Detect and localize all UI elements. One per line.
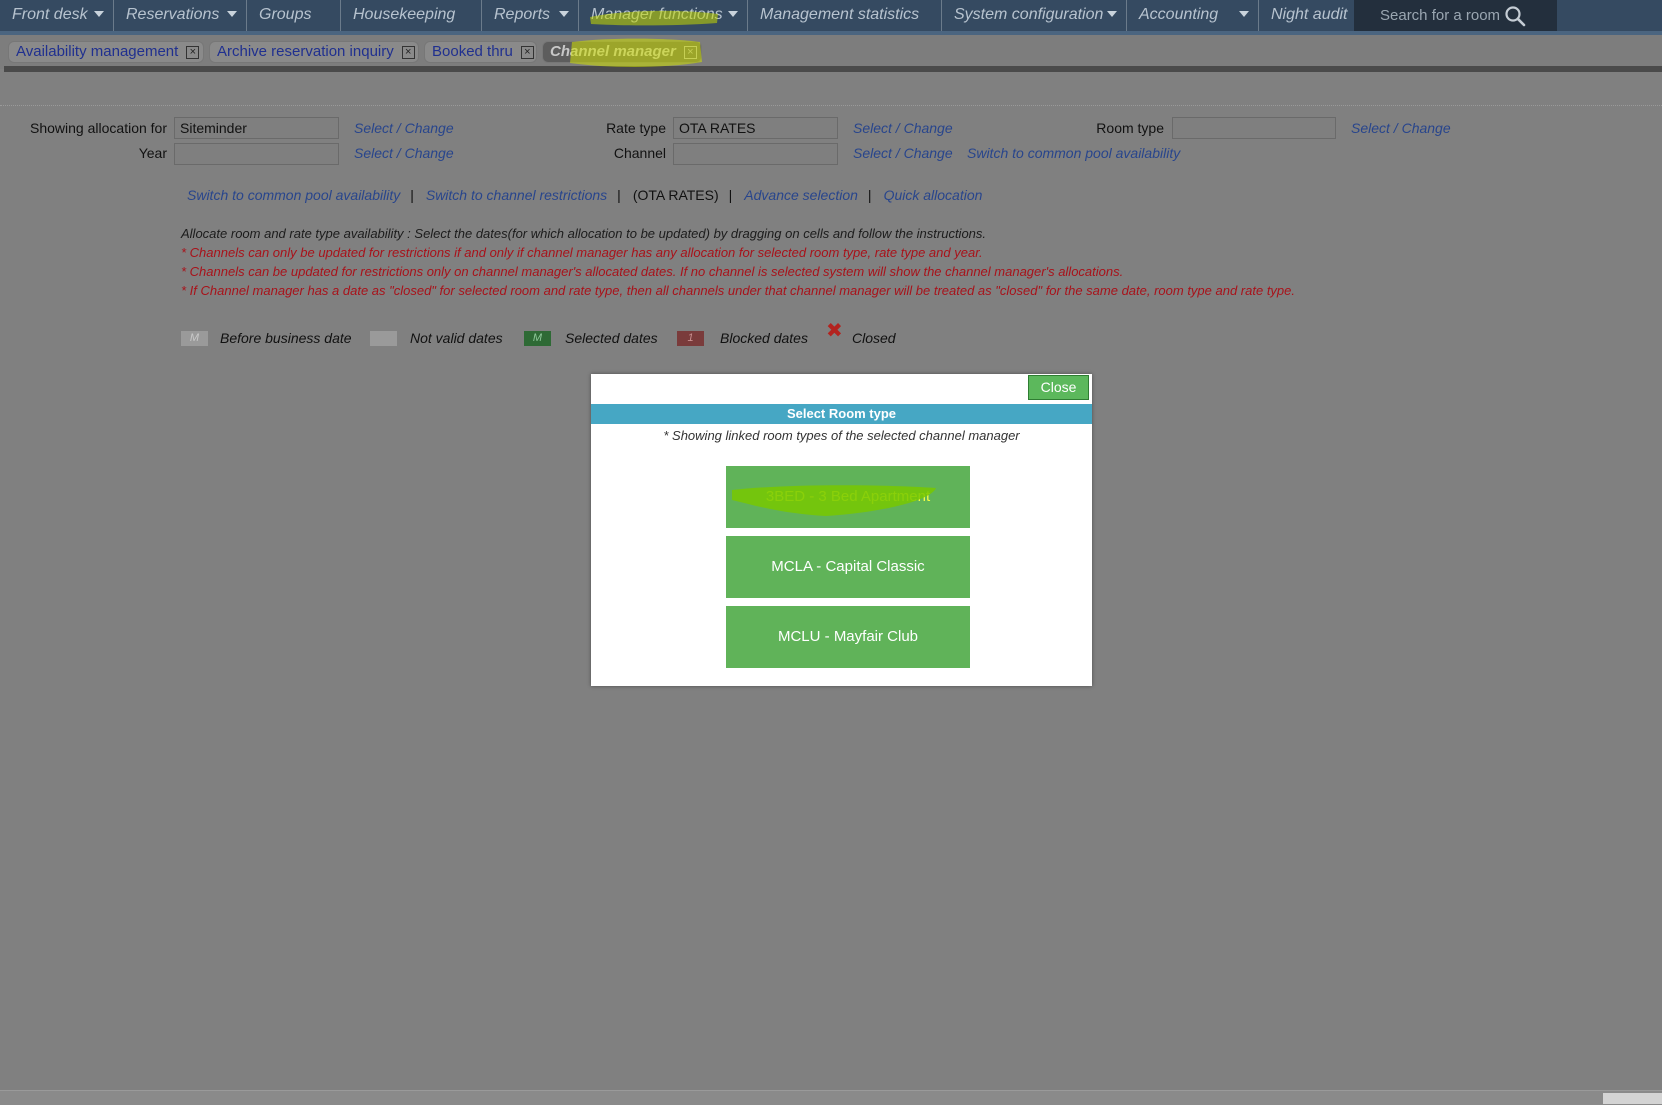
room-search-placeholder: Search for a room <box>1380 7 1501 24</box>
legend-swatch-not-valid <box>370 331 397 346</box>
closed-x-icon: ✖ <box>826 320 843 342</box>
open-tabs-bar: Availability management × Archive reserva… <box>0 35 1662 69</box>
room-type-button-3bed[interactable]: 3BED - 3 Bed Apartment <box>726 466 970 528</box>
nav-night-audit-label: Night audit <box>1271 6 1348 23</box>
nav-system-configuration-label: System configuration <box>954 6 1104 23</box>
nav-groups-label: Groups <box>259 6 312 23</box>
channel-field[interactable] <box>673 143 838 165</box>
close-icon[interactable]: × <box>401 46 415 59</box>
chevron-down-icon <box>94 11 104 17</box>
chevron-down-icon <box>227 11 237 17</box>
nav-night-audit[interactable]: Night audit <box>1259 0 1354 31</box>
legend-label: Blocked dates <box>720 330 808 346</box>
switch-common-pool-link[interactable]: Switch to common pool availability <box>967 145 1180 161</box>
nav-front-desk[interactable]: Front desk <box>0 0 114 31</box>
channel-manager-field[interactable]: Siteminder <box>174 117 339 139</box>
status-bar <box>0 1090 1662 1105</box>
room-type-label: MCLU - Mayfair Club <box>777 628 919 645</box>
tabs-shadow <box>4 66 1662 72</box>
year-label: Year <box>138 145 167 161</box>
close-button[interactable]: Close <box>1028 375 1089 400</box>
nav-manager-functions-label: Manager functions <box>591 6 723 23</box>
nav-management-statistics-label: Management statistics <box>760 6 920 23</box>
nav-accounting-label: Accounting <box>1139 6 1219 23</box>
close-icon[interactable]: × <box>186 46 200 59</box>
chevron-down-icon <box>728 11 738 17</box>
select-channel-manager-link[interactable]: Select / Change <box>354 120 454 136</box>
room-type-field[interactable] <box>1172 117 1336 139</box>
nav-system-configuration[interactable]: System configuration <box>942 0 1127 31</box>
tab-label: Channel manager <box>550 43 676 60</box>
search-icon[interactable] <box>1504 5 1526 27</box>
nav-reservations-label: Reservations <box>126 6 220 23</box>
instruction-note: * Channels can only be updated for restr… <box>181 245 983 260</box>
advance-selection-link[interactable]: Advance selection <box>744 187 858 203</box>
dialog-note: * Showing linked room types of the selec… <box>663 428 1020 443</box>
close-icon[interactable]: × <box>520 46 534 59</box>
select-channel-link[interactable]: Select / Change <box>853 145 953 161</box>
separator: | <box>867 187 872 203</box>
select-year-link[interactable]: Select / Change <box>354 145 454 161</box>
legend-swatch-selected: M <box>524 331 551 346</box>
nav-reservations[interactable]: Reservations <box>114 0 247 31</box>
nav-front-desk-label: Front desk <box>12 6 88 23</box>
channel-restrictions-link[interactable]: Switch to channel restrictions <box>426 187 607 203</box>
close-icon[interactable]: × <box>683 46 697 59</box>
nav-reports[interactable]: Reports <box>482 0 579 31</box>
select-rate-type-link[interactable]: Select / Change <box>853 120 953 136</box>
nav-housekeeping-label: Housekeeping <box>353 6 456 23</box>
legend-label: Selected dates <box>565 330 658 346</box>
legend-label: Before business date <box>220 330 352 346</box>
legend-swatch-blocked: 1 <box>677 331 704 346</box>
scrollbar-corner[interactable] <box>1603 1093 1662 1104</box>
room-type-label: Room type <box>1096 120 1164 136</box>
separator: | <box>728 187 733 203</box>
instruction-note: * Channels can be updated for restrictio… <box>181 264 1124 279</box>
nav-reports-label: Reports <box>494 6 551 23</box>
legend-label: Not valid dates <box>410 330 503 346</box>
chevron-down-icon <box>1107 11 1117 17</box>
rate-type-label: Rate type <box>606 120 666 136</box>
tab-label: Availability management <box>16 43 179 60</box>
nav-accounting[interactable]: Accounting <box>1127 0 1259 31</box>
separator: | <box>617 187 621 203</box>
tab-channel-manager[interactable]: Channel manager × <box>542 41 702 63</box>
quick-allocation-link[interactable]: Quick allocation <box>884 187 983 203</box>
showing-allocation-label: Showing allocation for <box>30 120 167 136</box>
legend-swatch-before-business: M <box>181 331 208 346</box>
room-type-label: 3BED - 3 Bed Apartment <box>765 488 931 505</box>
nav-housekeeping[interactable]: Housekeeping <box>341 0 482 31</box>
separator: | <box>410 187 414 203</box>
action-links: Switch to common pool availability | Switc… <box>187 187 982 203</box>
year-field[interactable] <box>174 143 339 165</box>
instruction-note: * If Channel manager has a date as "clos… <box>181 283 1296 298</box>
dialog-title: Select Room type <box>591 404 1092 424</box>
tab-booked-thru[interactable]: Booked thru × <box>424 41 537 63</box>
rate-type-field[interactable]: OTA RATES <box>673 117 838 139</box>
tab-archive-reservation-inquiry[interactable]: Archive reservation inquiry × <box>209 41 419 63</box>
tab-availability-management[interactable]: Availability management × <box>8 41 204 63</box>
ota-rates-note: (OTA RATES) <box>632 187 719 203</box>
legend-label: Closed <box>852 330 896 346</box>
room-type-button-mcla[interactable]: MCLA - Capital Classic <box>726 536 970 598</box>
common-pool-link[interactable]: Switch to common pool availability <box>187 187 400 203</box>
select-room-type-link[interactable]: Select / Change <box>1351 120 1451 136</box>
tab-label: Archive reservation inquiry <box>217 43 394 60</box>
room-type-label: MCLA - Capital Classic <box>771 558 925 575</box>
chevron-down-icon <box>559 11 569 17</box>
nav-management-statistics[interactable]: Management statistics <box>748 0 942 31</box>
nav-groups[interactable]: Groups <box>247 0 341 31</box>
room-type-button-mclu[interactable]: MCLU - Mayfair Club <box>726 606 970 668</box>
nav-manager-functions[interactable]: Manager functions <box>579 0 748 31</box>
room-search-input[interactable]: Search for a room <box>1354 0 1557 31</box>
chevron-down-icon <box>1239 11 1249 17</box>
section-divider <box>0 105 1662 106</box>
select-room-type-dialog: Close Select Room type * Showing linked … <box>591 374 1092 686</box>
channel-label: Channel <box>613 145 666 161</box>
tab-label: Booked thru <box>432 43 513 60</box>
instructions-text: Allocate room and rate type availability… <box>181 226 987 241</box>
